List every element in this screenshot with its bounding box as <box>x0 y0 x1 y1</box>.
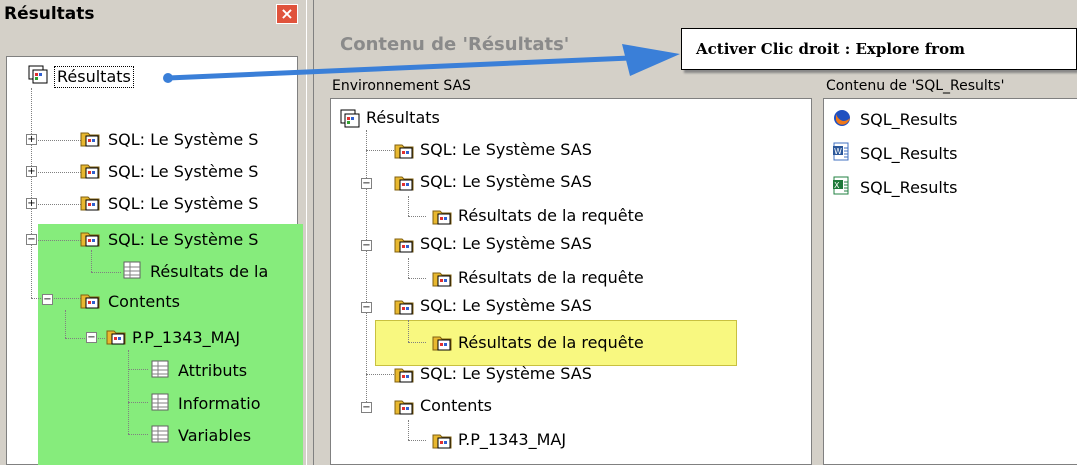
tree-item-label[interactable]: SQL: Le Système SAS <box>420 296 592 316</box>
results-folder-icon <box>80 132 100 147</box>
collapse-icon[interactable]: − <box>26 234 37 245</box>
tree-item-label[interactable]: Contents <box>108 292 180 312</box>
tree-item-label[interactable]: SQL: Le Système S <box>108 194 258 214</box>
panel-title: Résultats <box>4 4 95 24</box>
tree-item-label[interactable]: SQL: Le Système SAS <box>420 234 592 254</box>
firefox-icon <box>834 110 850 126</box>
svg-text:W: W <box>834 147 842 156</box>
results-folder-icon <box>432 434 452 449</box>
tree-item-label[interactable]: SQL: Le Système SAS <box>420 172 592 192</box>
excel-icon: X <box>833 176 849 195</box>
results-folder-icon <box>394 144 414 159</box>
tree-item-label[interactable]: Résultats de la requête <box>458 268 644 288</box>
tree-item-label[interactable]: Résultats de la requête <box>458 206 644 226</box>
tree-item-label[interactable]: SQL: Le Système S <box>108 230 258 250</box>
tree-item-label[interactable]: Contents <box>420 396 492 416</box>
tree-item-label[interactable]: SQL: Le Système S <box>108 162 258 182</box>
tree-item-label[interactable]: Informatio <box>178 394 260 414</box>
tree-item-label[interactable]: P.P_1343_MAJ <box>458 430 566 450</box>
results-folder-icon <box>432 272 452 287</box>
expand-icon[interactable]: + <box>26 134 37 145</box>
collapse-icon[interactable]: − <box>361 402 372 413</box>
collapse-icon[interactable]: − <box>42 294 53 305</box>
content-item-label[interactable]: SQL_Results <box>860 110 957 130</box>
results-folder-icon <box>432 336 452 351</box>
results-folder-icon <box>106 330 126 345</box>
collapse-icon[interactable]: − <box>361 178 372 189</box>
tree-item-label[interactable]: Variables <box>178 426 251 446</box>
tree-item-label[interactable]: Résultats <box>54 66 134 88</box>
close-icon[interactable]: × <box>276 4 298 24</box>
tree-item-root[interactable] <box>28 64 48 88</box>
results-folder-icon <box>80 232 100 247</box>
table-icon <box>151 425 169 443</box>
results-folder-icon <box>432 210 452 225</box>
results-folder-icon <box>394 300 414 315</box>
content-item-label[interactable]: SQL_Results <box>860 144 957 164</box>
results-folder-icon <box>394 238 414 253</box>
tree-item-label[interactable]: SQL: Le Système SAS <box>420 364 592 384</box>
tree-item-label[interactable]: Attributs <box>178 361 247 381</box>
env-label: Environnement SAS <box>332 78 471 94</box>
tree-item-label[interactable]: P.P_1343_MAJ <box>132 328 240 348</box>
tree-item-label[interactable]: Résultats <box>366 108 440 128</box>
tree-item-label[interactable]: SQL: Le Système SAS <box>420 140 592 160</box>
tree-item-label[interactable]: Résultats de la <box>150 262 268 282</box>
contents-label: Contenu de 'SQL_Results' <box>826 78 1005 94</box>
annotation-callout: Activer Clic droit : Explore from <box>681 28 1077 70</box>
tree-item-label[interactable]: SQL: Le Système S <box>108 130 258 150</box>
collapse-icon[interactable]: − <box>86 332 97 343</box>
content-item-label[interactable]: SQL_Results <box>860 178 957 198</box>
results-folder-icon <box>394 368 414 383</box>
expand-icon[interactable]: + <box>26 198 37 209</box>
results-folder-icon <box>80 196 100 211</box>
word-icon: W <box>833 142 849 161</box>
collapse-icon[interactable]: − <box>361 240 372 251</box>
results-root-icon <box>28 65 48 84</box>
collapse-icon[interactable]: − <box>361 302 372 313</box>
results-root-icon <box>340 109 360 128</box>
table-icon <box>151 360 169 378</box>
svg-text:X: X <box>834 181 840 190</box>
tree-item-label[interactable]: Résultats de la requête <box>458 333 644 353</box>
expand-icon[interactable]: + <box>26 166 37 177</box>
table-icon <box>151 393 169 411</box>
table-icon <box>123 261 141 279</box>
results-folder-icon <box>394 176 414 191</box>
results-folder-icon <box>80 164 100 179</box>
results-folder-icon <box>80 294 100 309</box>
results-folder-icon <box>394 400 414 415</box>
